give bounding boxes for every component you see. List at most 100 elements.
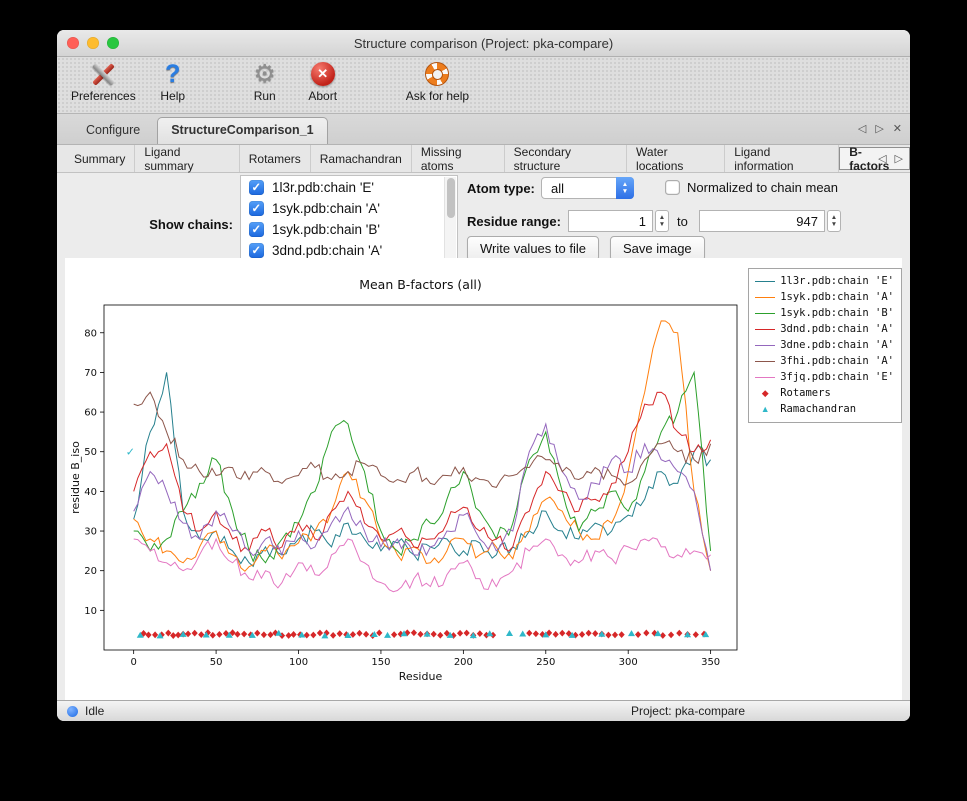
legend-item: ◆Rotamers [755, 386, 894, 401]
svg-text:10: 10 [84, 606, 97, 617]
checkbox-icon[interactable] [249, 180, 264, 195]
checkbox-icon[interactable] [249, 243, 264, 258]
sub-tab-bar: SummaryLigand summaryRotamersRamachandra… [57, 145, 910, 173]
combo-down-icon[interactable]: ▼ [622, 188, 628, 195]
toolbar-item-label: Help [160, 89, 185, 103]
zoom-window-button[interactable] [107, 37, 119, 49]
atom-type-select[interactable]: all ▲▼ [541, 177, 634, 199]
toolbar-abort-button[interactable]: Abort [302, 60, 344, 103]
toolbar-preferences-button[interactable]: Preferences [71, 60, 136, 103]
residue-to-stepper[interactable]: ▲▼ [827, 210, 841, 232]
subtab-missing-atoms[interactable]: Missing atoms [412, 145, 505, 172]
stepper-up-icon[interactable]: ▲ [831, 214, 837, 221]
desktop: { "window": { "title": "Structure compar… [0, 0, 967, 801]
subtab-scroll-left-icon[interactable]: ◁ [878, 152, 886, 165]
subtab-ramachandran[interactable]: Ramachandran [311, 145, 412, 172]
bfactor-chart: Mean B-factors (all)residue B_isoResidue… [65, 258, 805, 688]
tab-close-icon[interactable]: ✕ [893, 122, 902, 135]
svg-text:✓: ✓ [126, 446, 135, 459]
chain-row[interactable]: 1l3r.pdb:chain 'E' [242, 177, 445, 198]
scrollbar-thumb[interactable] [447, 178, 455, 218]
subtab-water-locations[interactable]: Water locations [627, 145, 725, 172]
status-text: Idle [85, 704, 104, 718]
toolbar-item-label: Ask for help [406, 89, 469, 103]
tab-configure[interactable]: Configure [73, 117, 153, 144]
legend-line-sample [755, 297, 775, 298]
legend-line-sample [755, 377, 775, 378]
normalized-label: Normalized to chain mean [687, 180, 838, 195]
chain-label: 3dnd.pdb:chain 'A' [272, 243, 382, 258]
chart-panel: Mean B-factors (all)residue B_isoResidue… [65, 258, 902, 701]
residue-to-input[interactable] [699, 210, 825, 232]
minimize-window-button[interactable] [87, 37, 99, 49]
chains-scrollbar[interactable] [444, 177, 456, 259]
legend-label: 1syk.pdb:chain 'A' [780, 291, 894, 303]
legend-label: 1syk.pdb:chain 'B' [780, 307, 894, 319]
checkbox-icon[interactable] [249, 201, 264, 216]
stepper-down-icon[interactable]: ▼ [831, 221, 837, 228]
toolbar: Preferences Help Run Abort Ask for help [57, 57, 910, 114]
chain-label: 1l3r.pdb:chain 'E' [272, 180, 374, 195]
diamond-marker-icon: ◆ [755, 389, 775, 398]
svg-text:350: 350 [701, 657, 720, 668]
chain-label: 1syk.pdb:chain 'B' [272, 222, 380, 237]
normalized-checkbox[interactable]: Normalized to chain mean [665, 180, 838, 195]
residue-from-input[interactable] [568, 210, 653, 232]
preferences-icon [86, 60, 120, 88]
toolbar-ask-for-help-button[interactable]: Ask for help [406, 60, 469, 103]
run-icon [248, 60, 282, 88]
svg-text:Residue: Residue [399, 670, 443, 683]
tab-scroll-right-icon[interactable]: ▷ [875, 122, 883, 135]
controls-panel: Show chains: 1l3r.pdb:chain 'E'1syk.pdb:… [57, 173, 910, 265]
chain-row[interactable]: 1syk.pdb:chain 'A' [242, 198, 445, 219]
toolbar-help-button[interactable]: Help [152, 60, 194, 103]
legend-line-sample [755, 313, 775, 314]
tab-structurecomparison-1[interactable]: StructureComparison_1 [157, 117, 327, 144]
legend-item: 1l3r.pdb:chain 'E' [755, 274, 894, 289]
svg-text:80: 80 [84, 328, 97, 339]
subtab-rotamers[interactable]: Rotamers [240, 145, 311, 172]
combo-up-icon[interactable]: ▲ [622, 181, 628, 188]
window-title: Structure comparison (Project: pka-compa… [354, 36, 613, 51]
close-window-button[interactable] [67, 37, 79, 49]
tab-scroll-left-icon[interactable]: ◁ [858, 122, 866, 135]
abort-icon [306, 60, 340, 88]
stepper-down-icon[interactable]: ▼ [659, 221, 665, 228]
chains-list: 1l3r.pdb:chain 'E' 1syk.pdb:chain 'A' 1syk… [240, 175, 458, 261]
chain-row[interactable]: 1syk.pdb:chain 'B' [242, 219, 445, 240]
subtab-secondary-structure[interactable]: Secondary structure [505, 145, 627, 172]
legend-label: 3dnd.pdb:chain 'A' [780, 323, 894, 335]
subtab-summary[interactable]: Summary [65, 145, 135, 172]
toolbar-run-button[interactable]: Run [244, 60, 286, 103]
subtab-scroll-right-icon[interactable]: ▷ [895, 152, 903, 165]
project-label: Project: pka-compare [631, 704, 745, 718]
to-label: to [677, 214, 688, 229]
main-tab-bar: ConfigureStructureComparison_1 ◁ ▷ ✕ [57, 114, 910, 145]
legend-item: 3dne.pdb:chain 'A' [755, 338, 894, 353]
svg-text:200: 200 [454, 657, 473, 668]
residue-from-stepper[interactable]: ▲▼ [655, 210, 669, 232]
app-window: Structure comparison (Project: pka-compa… [57, 30, 910, 721]
legend-label: 3fjq.pdb:chain 'E' [780, 371, 894, 383]
legend-item: 3dnd.pdb:chain 'A' [755, 322, 894, 337]
chain-row[interactable]: 3dnd.pdb:chain 'A' [242, 240, 445, 259]
legend-line-sample [755, 329, 775, 330]
title-bar[interactable]: Structure comparison (Project: pka-compa… [57, 30, 910, 57]
stepper-up-icon[interactable]: ▲ [659, 214, 665, 221]
subtab-ligand-information[interactable]: Ligand information [725, 145, 839, 172]
chart-legend: 1l3r.pdb:chain 'E' 1syk.pdb:chain 'A' 1syk… [748, 268, 902, 423]
legend-label: 1l3r.pdb:chain 'E' [780, 275, 894, 287]
svg-text:50: 50 [84, 447, 97, 458]
checkbox-icon[interactable] [665, 180, 680, 195]
toolbar-item-label: Run [254, 89, 276, 103]
svg-text:60: 60 [84, 408, 97, 419]
status-bar: Idle Project: pka-compare [57, 700, 910, 721]
svg-text:300: 300 [619, 657, 638, 668]
subtab-ligand-summary[interactable]: Ligand summary [135, 145, 239, 172]
residue-range-label: Residue range: [467, 214, 561, 229]
legend-label: Ramachandran [780, 403, 856, 415]
svg-text:30: 30 [84, 527, 97, 538]
legend-item: 3fhi.pdb:chain 'A' [755, 354, 894, 369]
checkbox-icon[interactable] [249, 222, 264, 237]
legend-line-sample [755, 345, 775, 346]
